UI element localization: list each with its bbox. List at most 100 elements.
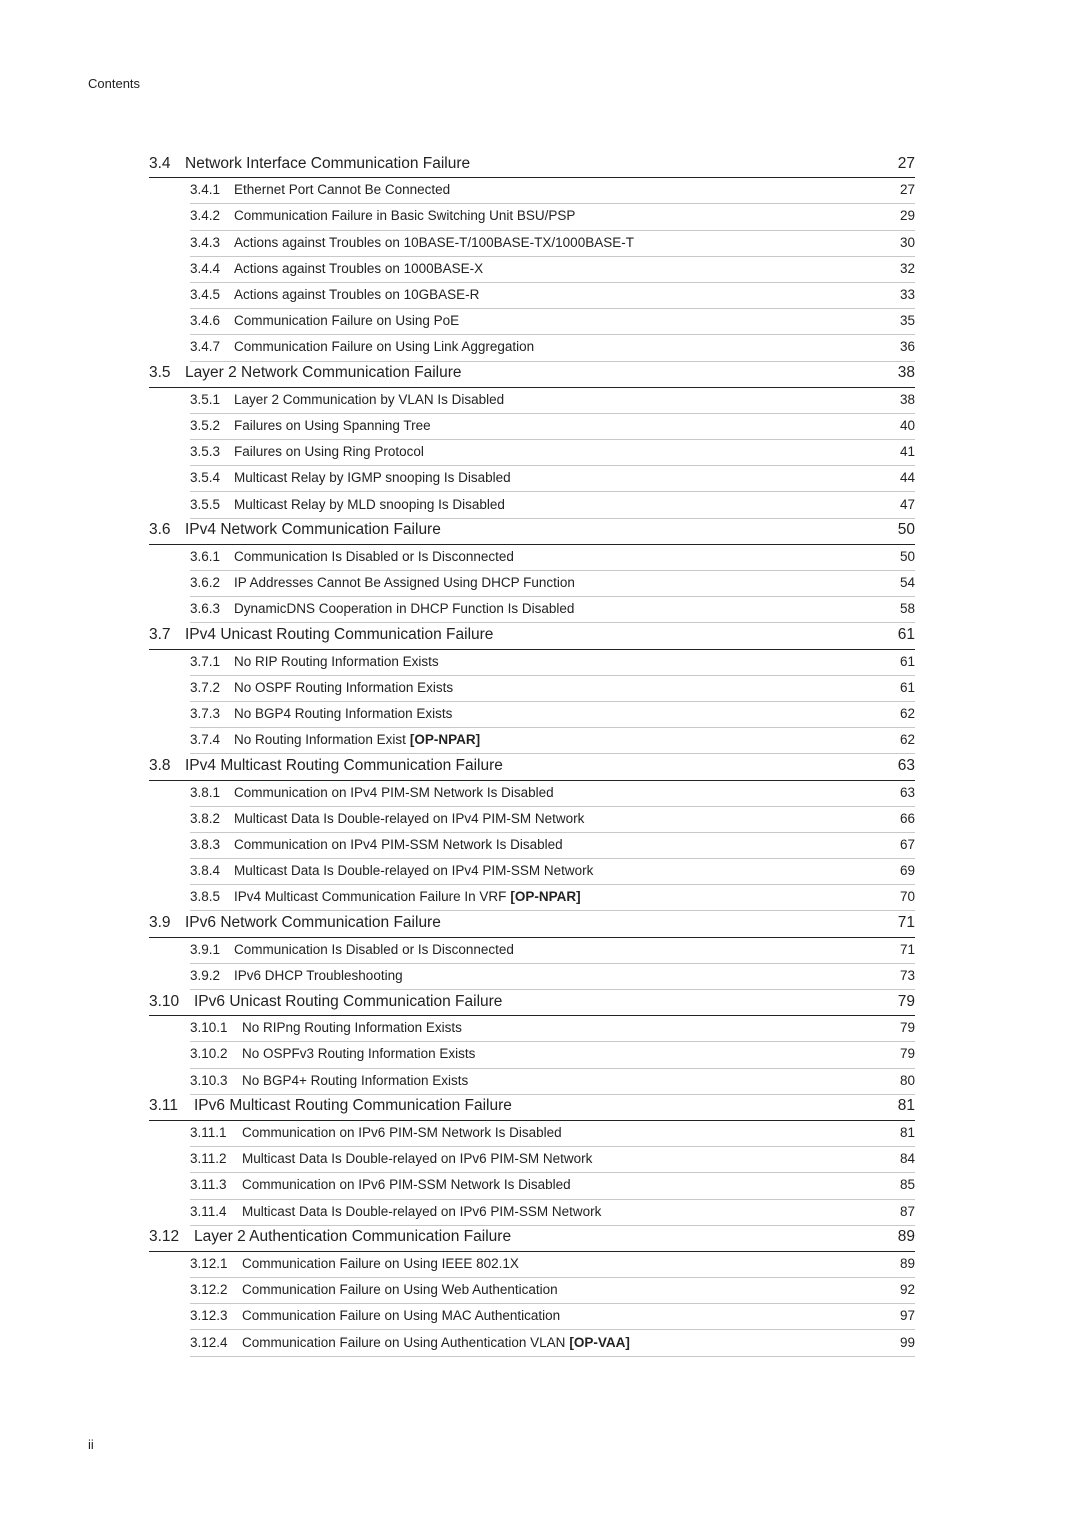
entry-title-text[interactable]: Layer 2 Network Communication Failure bbox=[185, 364, 462, 381]
toc-entry[interactable]: 3.11.2 Multicast Data Is Double-relayed o… bbox=[190, 1147, 915, 1174]
entry-title-text[interactable]: Actions against Troubles on 10BASE-T/100… bbox=[234, 235, 634, 250]
entry-title[interactable]: Communication Failure on Using MAC Authe… bbox=[242, 1308, 900, 1323]
toc-entry[interactable]: 3.5.2 Failures on Using Spanning Tree 40 bbox=[190, 414, 915, 441]
entry-title[interactable]: Layer 2 Network Communication Failure bbox=[185, 364, 898, 382]
entry-page-number[interactable]: 81 bbox=[900, 1125, 915, 1140]
entry-page-number[interactable]: 99 bbox=[900, 1335, 915, 1350]
entry-page-number[interactable]: 79 bbox=[900, 1046, 915, 1061]
toc-entry[interactable]: 3.4.2 Communication Failure in Basic Swit… bbox=[190, 204, 915, 231]
toc-entry[interactable]: 3.7.3 No BGP4 Routing Information Exists 6… bbox=[190, 702, 915, 729]
toc-entry[interactable]: 3.8.2 Multicast Data Is Double-relayed on… bbox=[190, 807, 915, 833]
entry-title-text[interactable]: No OSPF Routing Information Exists bbox=[234, 680, 453, 695]
entry-title-text[interactable]: Multicast Data Is Double-relayed on IPv6… bbox=[242, 1151, 592, 1166]
toc-entry[interactable]: 3.4.7 Communication Failure on Using Link… bbox=[190, 335, 915, 362]
toc-entry[interactable]: 3.5.3 Failures on Using Ring Protocol 41 bbox=[190, 440, 915, 467]
toc-section-heading[interactable]: 3.9 IPv6 Network Communication Failure 71 bbox=[149, 911, 915, 938]
entry-page-number[interactable]: 89 bbox=[900, 1256, 915, 1271]
toc-entry[interactable]: 3.6.1 Communication Is Disabled or Is Dis… bbox=[190, 545, 915, 571]
entry-title[interactable]: Communication Failure on Using IEEE 802.… bbox=[242, 1256, 900, 1271]
toc-entry[interactable]: 3.12.4 Communication Failure on Using Aut… bbox=[190, 1330, 915, 1357]
toc-entry[interactable]: 3.10.3 No BGP4+ Routing Information Exist… bbox=[190, 1069, 915, 1095]
entry-title-text[interactable]: IPv4 Multicast Communication Failure In … bbox=[234, 889, 506, 904]
entry-title[interactable]: Actions against Troubles on 1000BASE-X bbox=[234, 261, 900, 276]
entry-title[interactable]: Communication Failure in Basic Switching… bbox=[234, 208, 900, 223]
entry-title-text[interactable]: Communication on IPv6 PIM-SSM Network Is… bbox=[242, 1177, 571, 1192]
toc-entry[interactable]: 3.6.3 DynamicDNS Cooperation in DHCP Func… bbox=[190, 597, 915, 624]
entry-page-number[interactable]: 61 bbox=[900, 654, 915, 669]
entry-title[interactable]: Failures on Using Ring Protocol bbox=[234, 444, 900, 459]
entry-title-text[interactable]: Layer 2 Authentication Communication Fai… bbox=[194, 1228, 511, 1245]
entry-title-text[interactable]: Actions against Troubles on 10GBASE-R bbox=[234, 287, 479, 302]
entry-title-text[interactable]: IPv6 Unicast Routing Communication Failu… bbox=[194, 993, 502, 1010]
toc-entry[interactable]: 3.7.4 No Routing Information Exist [OP-NPA… bbox=[190, 728, 915, 755]
entry-title[interactable]: No OSPF Routing Information Exists bbox=[234, 680, 900, 695]
entry-page-number[interactable]: 79 bbox=[900, 1020, 915, 1035]
entry-title[interactable]: Multicast Relay by IGMP snooping Is Disa… bbox=[234, 470, 900, 485]
entry-page-number[interactable]: 62 bbox=[900, 706, 915, 721]
entry-title[interactable]: Communication Failure on Using PoE bbox=[234, 313, 900, 328]
toc-entry[interactable]: 3.7.1 No RIP Routing Information Exists 61 bbox=[190, 650, 915, 676]
entry-page-number[interactable]: 71 bbox=[898, 914, 915, 932]
entry-title[interactable]: No RIP Routing Information Exists bbox=[234, 654, 900, 669]
entry-title-text[interactable]: Layer 2 Communication by VLAN Is Disable… bbox=[234, 392, 504, 407]
entry-page-number[interactable]: 89 bbox=[898, 1228, 915, 1246]
entry-title[interactable]: IPv6 Network Communication Failure bbox=[185, 914, 898, 932]
entry-title[interactable]: Communication Failure on Using Authentic… bbox=[242, 1335, 900, 1350]
toc-entry[interactable]: 3.9.2 IPv6 DHCP Troubleshooting 73 bbox=[190, 964, 915, 990]
entry-page-number[interactable]: 61 bbox=[900, 680, 915, 695]
entry-title-text[interactable]: No RIP Routing Information Exists bbox=[234, 654, 439, 669]
entry-page-number[interactable]: 84 bbox=[900, 1151, 915, 1166]
entry-title-text[interactable]: Failures on Using Spanning Tree bbox=[234, 418, 431, 433]
entry-title[interactable]: Multicast Data Is Double-relayed on IPv4… bbox=[234, 863, 900, 878]
entry-page-number[interactable]: 85 bbox=[900, 1177, 915, 1192]
entry-page-number[interactable]: 38 bbox=[900, 392, 915, 407]
entry-page-number[interactable]: 27 bbox=[900, 182, 915, 197]
entry-title[interactable]: DynamicDNS Cooperation in DHCP Function … bbox=[234, 601, 900, 616]
entry-title-text[interactable]: Multicast Data Is Double-relayed on IPv6… bbox=[242, 1204, 601, 1219]
entry-title-text[interactable]: Ethernet Port Cannot Be Connected bbox=[234, 182, 450, 197]
entry-title-text[interactable]: Communication on IPv4 PIM-SSM Network Is… bbox=[234, 837, 563, 852]
entry-title-text[interactable]: Network Interface Communication Failure bbox=[185, 155, 470, 172]
entry-page-number[interactable]: 36 bbox=[900, 339, 915, 354]
entry-title-text[interactable]: No BGP4 Routing Information Exists bbox=[234, 706, 452, 721]
toc-section-heading[interactable]: 3.5 Layer 2 Network Communication Failure… bbox=[149, 362, 915, 388]
entry-title-text[interactable]: IP Addresses Cannot Be Assigned Using DH… bbox=[234, 575, 575, 590]
entry-page-number[interactable]: 41 bbox=[900, 444, 915, 459]
entry-title[interactable]: Communication on IPv6 PIM-SSM Network Is… bbox=[242, 1177, 900, 1192]
entry-title-text[interactable]: No RIPng Routing Information Exists bbox=[242, 1020, 462, 1035]
entry-title[interactable]: Ethernet Port Cannot Be Connected bbox=[234, 182, 900, 197]
entry-title[interactable]: Multicast Data Is Double-relayed on IPv6… bbox=[242, 1204, 900, 1219]
entry-title[interactable]: IPv4 Multicast Communication Failure In … bbox=[234, 889, 900, 904]
entry-title[interactable]: IPv4 Unicast Routing Communication Failu… bbox=[185, 626, 898, 644]
entry-title-text[interactable]: No BGP4+ Routing Information Exists bbox=[242, 1073, 468, 1088]
entry-page-number[interactable]: 40 bbox=[900, 418, 915, 433]
entry-title[interactable]: Communication Is Disabled or Is Disconne… bbox=[234, 549, 900, 564]
entry-title[interactable]: IPv4 Multicast Routing Communication Fai… bbox=[185, 757, 898, 775]
entry-title[interactable]: IPv6 Unicast Routing Communication Failu… bbox=[194, 993, 898, 1011]
toc-entry[interactable]: 3.8.5 IPv4 Multicast Communication Failur… bbox=[190, 885, 915, 912]
toc-entry[interactable]: 3.8.1 Communication on IPv4 PIM-SM Networ… bbox=[190, 781, 915, 807]
entry-title[interactable]: Communication on IPv4 PIM-SSM Network Is… bbox=[234, 837, 900, 852]
entry-page-number[interactable]: 87 bbox=[900, 1204, 915, 1219]
entry-page-number[interactable]: 33 bbox=[900, 287, 915, 302]
entry-page-number[interactable]: 32 bbox=[900, 261, 915, 276]
entry-title-text[interactable]: IPv4 Unicast Routing Communication Failu… bbox=[185, 626, 493, 643]
entry-page-number[interactable]: 92 bbox=[900, 1282, 915, 1297]
toc-entry[interactable]: 3.4.6 Communication Failure on Using PoE 3… bbox=[190, 309, 915, 336]
toc-entry[interactable]: 3.5.5 Multicast Relay by MLD snooping Is … bbox=[190, 492, 915, 519]
toc-entry[interactable]: 3.6.2 IP Addresses Cannot Be Assigned Usi… bbox=[190, 571, 915, 598]
toc-entry[interactable]: 3.12.2 Communication Failure on Using Web… bbox=[190, 1278, 915, 1305]
entry-page-number[interactable]: 29 bbox=[900, 208, 915, 223]
entry-page-number[interactable]: 47 bbox=[900, 497, 915, 512]
entry-title-text[interactable]: IPv4 Multicast Routing Communication Fai… bbox=[185, 757, 503, 774]
toc-entry[interactable]: 3.4.5 Actions against Troubles on 10GBASE… bbox=[190, 283, 915, 310]
entry-page-number[interactable]: 50 bbox=[900, 549, 915, 564]
entry-page-number[interactable]: 66 bbox=[900, 811, 915, 826]
entry-title-text[interactable]: Communication Failure in Basic Switching… bbox=[234, 208, 575, 223]
toc-section-heading[interactable]: 3.10 IPv6 Unicast Routing Communication F… bbox=[149, 990, 915, 1017]
toc-section-heading[interactable]: 3.11 IPv6 Multicast Routing Communication… bbox=[149, 1095, 915, 1121]
entry-title-text[interactable]: Communication Failure on Using Web Authe… bbox=[242, 1282, 558, 1297]
toc-entry[interactable]: 3.4.4 Actions against Troubles on 1000BAS… bbox=[190, 257, 915, 283]
entry-page-number[interactable]: 44 bbox=[900, 470, 915, 485]
toc-entry[interactable]: 3.12.3 Communication Failure on Using MAC… bbox=[190, 1304, 915, 1331]
